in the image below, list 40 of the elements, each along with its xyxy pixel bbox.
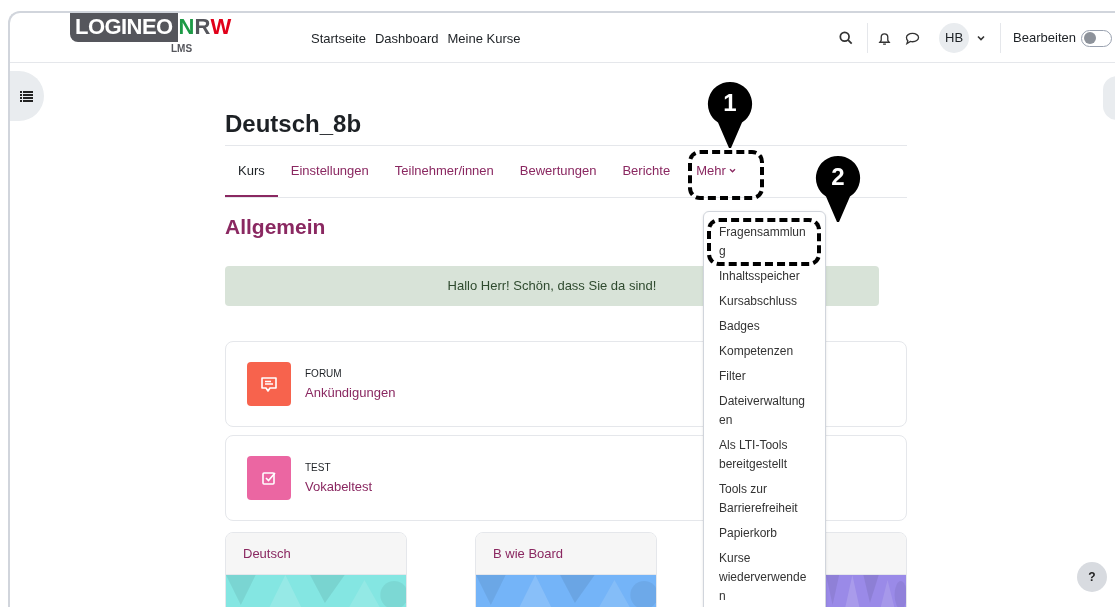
activity-link[interactable]: Vokabeltest xyxy=(305,477,373,496)
chat-icon[interactable] xyxy=(905,31,921,45)
menu-item[interactable]: Tools zur Barrierefreiheit xyxy=(704,477,825,521)
course-tab[interactable]: Berichte xyxy=(609,146,684,197)
menu-item[interactable]: Als LTI-Tools bereitgestellt xyxy=(704,433,825,477)
course-card[interactable]: B wie Board xyxy=(475,532,657,607)
logo[interactable]: LOGINEO NRW LMS xyxy=(70,13,232,56)
course-card[interactable]: Deutsch xyxy=(225,532,407,607)
nav-link[interactable]: Dashboard xyxy=(374,29,439,49)
activity-type: FORUM xyxy=(305,366,343,380)
list-icon xyxy=(19,90,33,102)
course-tab[interactable]: Kurs xyxy=(225,146,278,197)
search-icon[interactable] xyxy=(839,31,854,45)
bell-icon[interactable] xyxy=(877,30,893,46)
caret-icon[interactable] xyxy=(977,35,986,41)
edit-mode-toggle[interactable] xyxy=(1081,29,1112,47)
course-tab[interactable]: Teilnehmer/innen xyxy=(381,146,507,197)
callout-marker: 1 xyxy=(707,81,753,149)
drawer-toggle-button[interactable] xyxy=(10,71,44,121)
menu-item[interactable]: Kurse wiederverwenden xyxy=(704,546,825,607)
menu-item[interactable]: Kompetenzen xyxy=(704,339,825,364)
edit-mode-label: Bearbeiten xyxy=(1013,29,1076,48)
menu-item[interactable]: Papierkorb xyxy=(704,521,825,546)
activity-link[interactable]: Ankündigungen xyxy=(305,383,396,402)
activity-type: TEST xyxy=(305,460,332,474)
nav-link[interactable]: Meine Kurse xyxy=(447,29,521,49)
nav-link[interactable]: Startseite xyxy=(311,29,366,49)
menu-item[interactable]: Dateiverwaltungen xyxy=(704,389,825,433)
course-card-title[interactable]: Deutsch xyxy=(243,543,291,564)
course-title: Deutsch_8b xyxy=(225,109,363,139)
caret-icon xyxy=(728,168,736,173)
callout-marker: 2 xyxy=(815,155,861,223)
course-card-title[interactable]: B wie Board xyxy=(493,543,564,564)
course-tab[interactable]: Bewertungen xyxy=(506,146,610,197)
menu-item[interactable]: Filter xyxy=(704,364,825,389)
section-title: Allgemein xyxy=(225,214,326,240)
user-avatar[interactable]: HB xyxy=(939,23,970,53)
menu-item[interactable]: Badges xyxy=(704,314,825,339)
course-tab[interactable]: Einstellungen xyxy=(277,146,382,197)
menu-item[interactable]: Inhaltsspeicher xyxy=(704,264,825,289)
